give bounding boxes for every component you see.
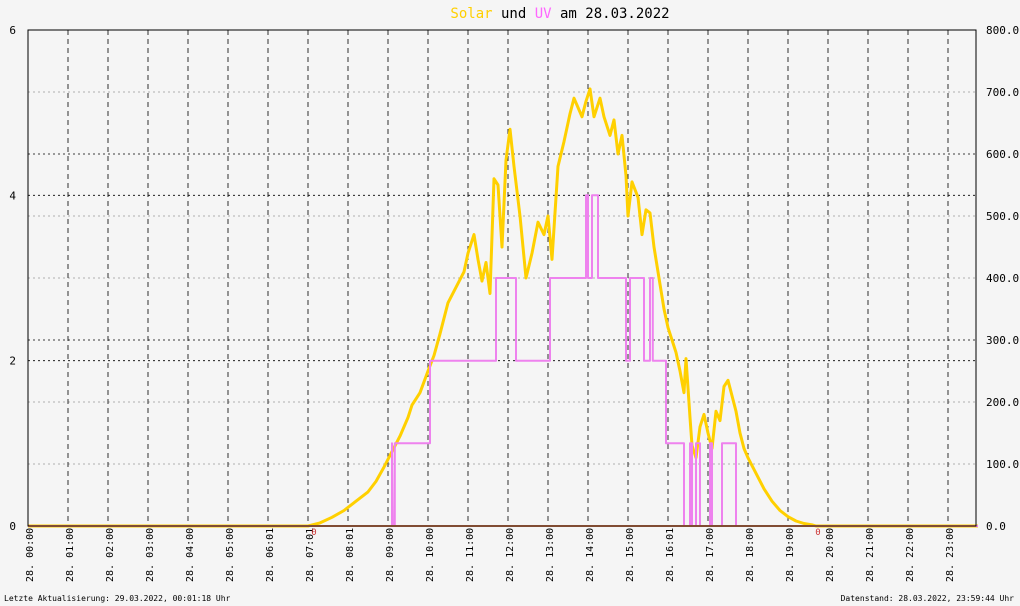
title-part-3: am 28.03.2022 <box>552 6 670 22</box>
y-right-tick: 600.0 <box>986 148 1019 161</box>
y-right-tick: 200.0 <box>986 396 1019 409</box>
x-tick-label: 28. 23:00 <box>945 528 956 582</box>
right-y-axis: 0.0 100.0 200.0 300.0 400.0 500.0 600.0 700.0 80… <box>986 24 1019 533</box>
x-tick-label: 28. 16:01 <box>665 528 676 582</box>
x-tick-label: 28. 11:00 <box>465 528 476 582</box>
title-part-1: und <box>493 6 535 22</box>
x-tick-label: 28. 10:00 <box>425 528 436 582</box>
series-line-solar <box>28 87 978 528</box>
x-tick-label: 28. 02:00 <box>105 528 116 582</box>
title-part-0: Solar <box>450 6 492 22</box>
x-tick-label: 28. 19:00 <box>785 528 796 582</box>
x-tick-label: 28. 22:00 <box>905 528 916 582</box>
series-lines: 00 <box>28 87 978 538</box>
footer-right: Datenstand: 28.03.2022, 23:59:44 Uhr <box>841 594 1015 603</box>
x-tick-label: 28. 03:00 <box>145 528 156 582</box>
x-tick-label: 28. 08:01 <box>345 528 356 582</box>
x-tick-label: 28. 15:00 <box>625 528 636 582</box>
x-tick-label: 28. 14:00 <box>585 528 596 582</box>
y-right-tick: 100.0 <box>986 458 1019 471</box>
x-tick-label: 28. 12:00 <box>505 528 516 582</box>
x-tick-label: 28. 06:01 <box>265 528 276 582</box>
y-right-tick: 400.0 <box>986 272 1019 285</box>
y-right-tick: 800.0 <box>986 24 1019 37</box>
y-right-tick: 300.0 <box>986 334 1019 347</box>
left-y-axis: 0 2 4 6 <box>9 24 16 533</box>
chart-title: Solar und UV am 28.03.2022 <box>450 6 669 22</box>
y-right-tick: 700.0 <box>986 86 1019 99</box>
x-tick-label: 28. 17:00 <box>705 528 716 582</box>
x-tick-label: 28. 01:00 <box>65 528 76 582</box>
x-tick-label: 28. 18:00 <box>745 528 756 582</box>
x-tick-label: 28. 04:00 <box>185 528 196 582</box>
title-part-2: UV <box>535 6 552 22</box>
footer-left: Letzte Aktualisierung: 29.03.2022, 00:01… <box>4 594 231 603</box>
x-tick-label: 28. 09:00 <box>385 528 396 582</box>
y-left-tick: 6 <box>9 24 16 37</box>
x-tick-label: 28. 21:00 <box>865 528 876 582</box>
x-tick-label: 28. 00:00 <box>25 528 36 582</box>
zero-marker: 0 <box>311 528 316 538</box>
x-tick-label: 28. 20:00 <box>825 528 836 582</box>
x-tick-label: 28. 13:00 <box>545 528 556 582</box>
y-left-tick: 0 <box>9 520 16 533</box>
y-right-tick: 0.0 <box>986 520 1006 533</box>
y-right-tick: 500.0 <box>986 210 1019 223</box>
y-left-tick: 4 <box>9 189 16 202</box>
zero-marker: 0 <box>815 528 820 538</box>
x-tick-label: 28. 05:00 <box>225 528 236 582</box>
y-left-tick: 2 <box>9 355 16 368</box>
solar-uv-chart: Solar und UV am 28.03.2022 0 2 4 6 0.0 100.0… <box>4 6 1019 603</box>
